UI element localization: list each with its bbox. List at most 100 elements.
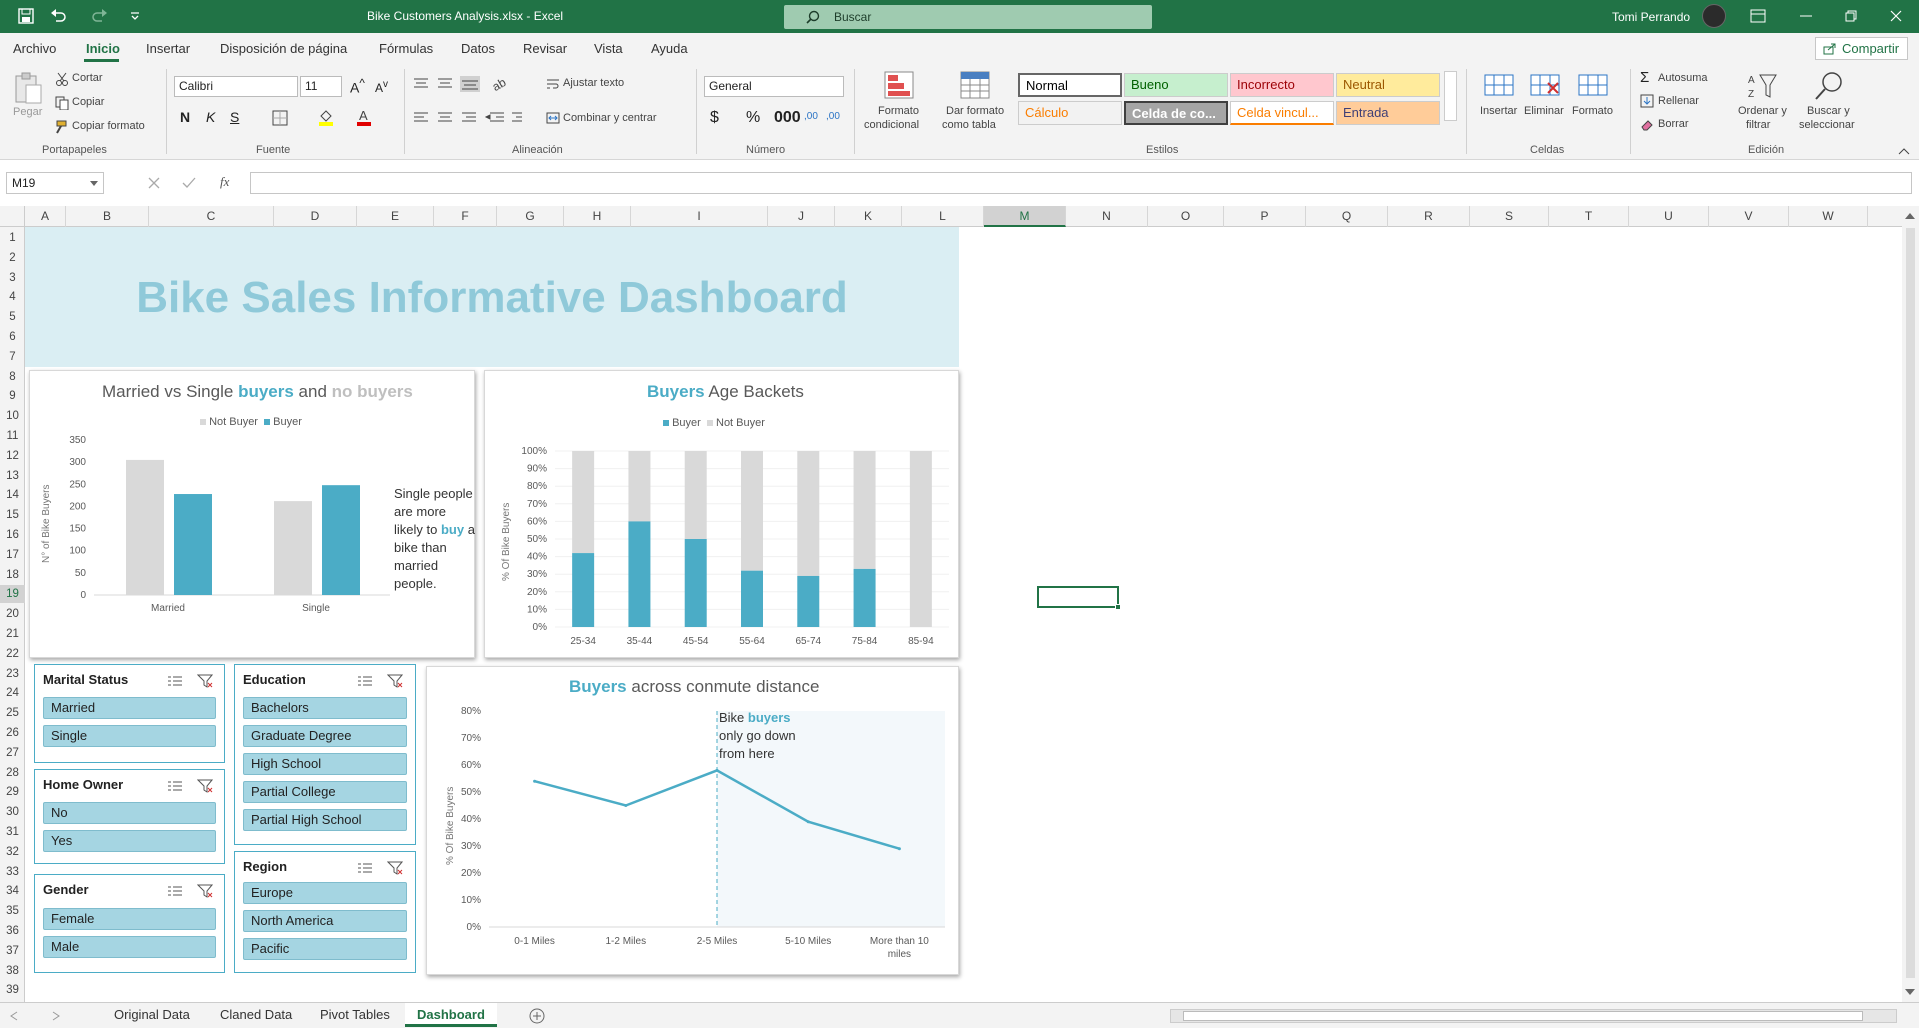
slicer-item[interactable]: Partial College <box>243 781 407 803</box>
prev-sheet-icon[interactable] <box>10 1011 18 1021</box>
name-box-dropdown-icon[interactable] <box>90 181 98 187</box>
find-select-label-2[interactable]: seleccionar <box>1799 119 1855 131</box>
slicer-item[interactable]: Bachelors <box>243 697 407 719</box>
save-icon[interactable] <box>18 8 34 24</box>
comma-icon[interactable]: 000 <box>774 109 801 127</box>
clear-button[interactable]: Borrar <box>1658 118 1689 130</box>
insert-function-icon[interactable]: fx <box>220 174 229 190</box>
row-header[interactable]: 12 <box>0 447 25 465</box>
column-header[interactable]: V <box>1709 206 1789 227</box>
column-header[interactable]: U <box>1629 206 1709 227</box>
cell-style-incorrecto[interactable]: Incorrecto <box>1230 73 1334 97</box>
autosum-button[interactable]: Autosuma <box>1658 72 1708 84</box>
selected-cell[interactable] <box>1037 586 1121 610</box>
increase-decimal-icon[interactable]: ,00 <box>804 111 818 122</box>
format-cells-icon[interactable] <box>1578 71 1608 99</box>
column-header[interactable]: J <box>768 206 835 227</box>
slicer-item[interactable]: Partial High School <box>243 809 407 831</box>
column-header[interactable]: P <box>1224 206 1306 227</box>
paste-icon[interactable] <box>13 71 43 105</box>
row-header[interactable]: 23 <box>0 665 25 683</box>
row-header[interactable]: 2 <box>0 249 25 267</box>
h-scroll-thumb[interactable] <box>1183 1011 1863 1021</box>
row-header[interactable]: 14 <box>0 486 25 504</box>
tab-archivo[interactable]: Archivo <box>13 41 56 56</box>
fill-button[interactable]: Rellenar <box>1658 95 1699 107</box>
format-cells-label[interactable]: Formato <box>1572 105 1613 117</box>
column-header[interactable]: I <box>631 206 768 227</box>
font-name-select[interactable]: Calibri <box>174 76 298 97</box>
borders-icon[interactable] <box>272 110 288 126</box>
customize-qat-icon[interactable] <box>130 11 140 21</box>
row-header[interactable]: 29 <box>0 783 25 801</box>
multi-select-icon[interactable] <box>357 674 373 688</box>
insert-cells-label[interactable]: Insertar <box>1480 105 1517 117</box>
cell-style-neutral[interactable]: Neutral <box>1336 73 1440 97</box>
italic-icon[interactable]: K <box>206 109 215 125</box>
row-header[interactable]: 31 <box>0 823 25 841</box>
merge-center-button[interactable]: Combinar y centrar <box>563 112 657 124</box>
find-select-label-1[interactable]: Buscar y <box>1807 105 1850 117</box>
decrease-font-icon[interactable]: Av <box>375 79 388 95</box>
sort-filter-label-1[interactable]: Ordenar y <box>1738 105 1787 117</box>
slicer-item[interactable]: Female <box>43 908 216 930</box>
currency-icon[interactable]: $ <box>710 109 719 127</box>
select-all-corner[interactable] <box>0 206 25 227</box>
cancel-entry-icon[interactable] <box>148 177 160 189</box>
row-header[interactable]: 34 <box>0 882 25 900</box>
column-header[interactable]: K <box>835 206 902 227</box>
row-header[interactable]: 25 <box>0 704 25 722</box>
cell-style-normal[interactable]: Normal <box>1018 73 1122 97</box>
find-select-icon[interactable] <box>1814 71 1844 101</box>
column-header[interactable]: Q <box>1306 206 1388 227</box>
row-header[interactable]: 3 <box>0 269 25 287</box>
row-header[interactable]: 33 <box>0 863 25 881</box>
column-header[interactable]: H <box>564 206 631 227</box>
sort-filter-label-2[interactable]: filtrar <box>1746 119 1770 131</box>
row-header[interactable]: 6 <box>0 328 25 346</box>
row-header[interactable]: 37 <box>0 942 25 960</box>
slicer-item[interactable]: Single <box>43 725 216 747</box>
font-color-icon[interactable]: A <box>356 108 372 126</box>
tab-revisar[interactable]: Revisar <box>523 41 567 56</box>
row-header[interactable]: 30 <box>0 803 25 821</box>
percent-icon[interactable]: % <box>746 109 760 127</box>
clear-filter-icon[interactable] <box>387 674 403 688</box>
next-sheet-icon[interactable] <box>52 1011 60 1021</box>
cell-style-c-lculo[interactable]: Cálculo <box>1018 101 1122 125</box>
slicer-item[interactable]: Married <box>43 697 216 719</box>
row-header[interactable]: 8 <box>0 368 25 386</box>
row-header[interactable]: 10 <box>0 407 25 425</box>
row-header[interactable]: 17 <box>0 546 25 564</box>
tab-datos[interactable]: Datos <box>461 41 495 56</box>
cell-style-celda-vincul-[interactable]: Celda vincul... <box>1230 101 1334 125</box>
conditional-format-icon[interactable] <box>884 71 916 101</box>
row-header[interactable]: 13 <box>0 467 25 485</box>
format-as-table-icon[interactable] <box>960 71 992 101</box>
bold-icon[interactable]: N <box>180 109 190 125</box>
row-header[interactable]: 28 <box>0 764 25 782</box>
slicer-marital-status[interactable]: Marital Status Married Single <box>34 664 225 763</box>
row-header[interactable]: 7 <box>0 348 25 366</box>
formula-input[interactable] <box>250 172 1912 194</box>
clear-filter-icon[interactable] <box>197 674 213 688</box>
format-painter-button[interactable]: Copiar formato <box>72 120 145 132</box>
slicer-item[interactable]: North America <box>243 910 407 932</box>
sheet-tab-pivot-tables[interactable]: Pivot Tables <box>308 1003 402 1027</box>
paste-label[interactable]: Pegar <box>13 106 42 118</box>
redo-icon[interactable] <box>90 8 108 24</box>
multi-select-icon[interactable] <box>167 884 183 898</box>
slicer-home-owner[interactable]: Home Owner No Yes <box>34 769 225 864</box>
chart-age-brackets[interactable]: Buyers Age Backets Buyer Not Buyer 0% 10%… <box>484 370 959 658</box>
scroll-down-icon[interactable] <box>1905 988 1915 996</box>
column-header[interactable]: R <box>1388 206 1470 227</box>
column-header[interactable]: N <box>1066 206 1148 227</box>
tab-disposicion[interactable]: Disposición de página <box>220 41 347 56</box>
cell-style-entrada[interactable]: Entrada <box>1336 101 1440 125</box>
column-header[interactable]: D <box>274 206 357 227</box>
row-header[interactable]: 32 <box>0 843 25 861</box>
row-header[interactable]: 36 <box>0 922 25 940</box>
undo-icon[interactable] <box>50 8 68 24</box>
column-header[interactable]: L <box>902 206 984 227</box>
row-header[interactable]: 26 <box>0 724 25 742</box>
